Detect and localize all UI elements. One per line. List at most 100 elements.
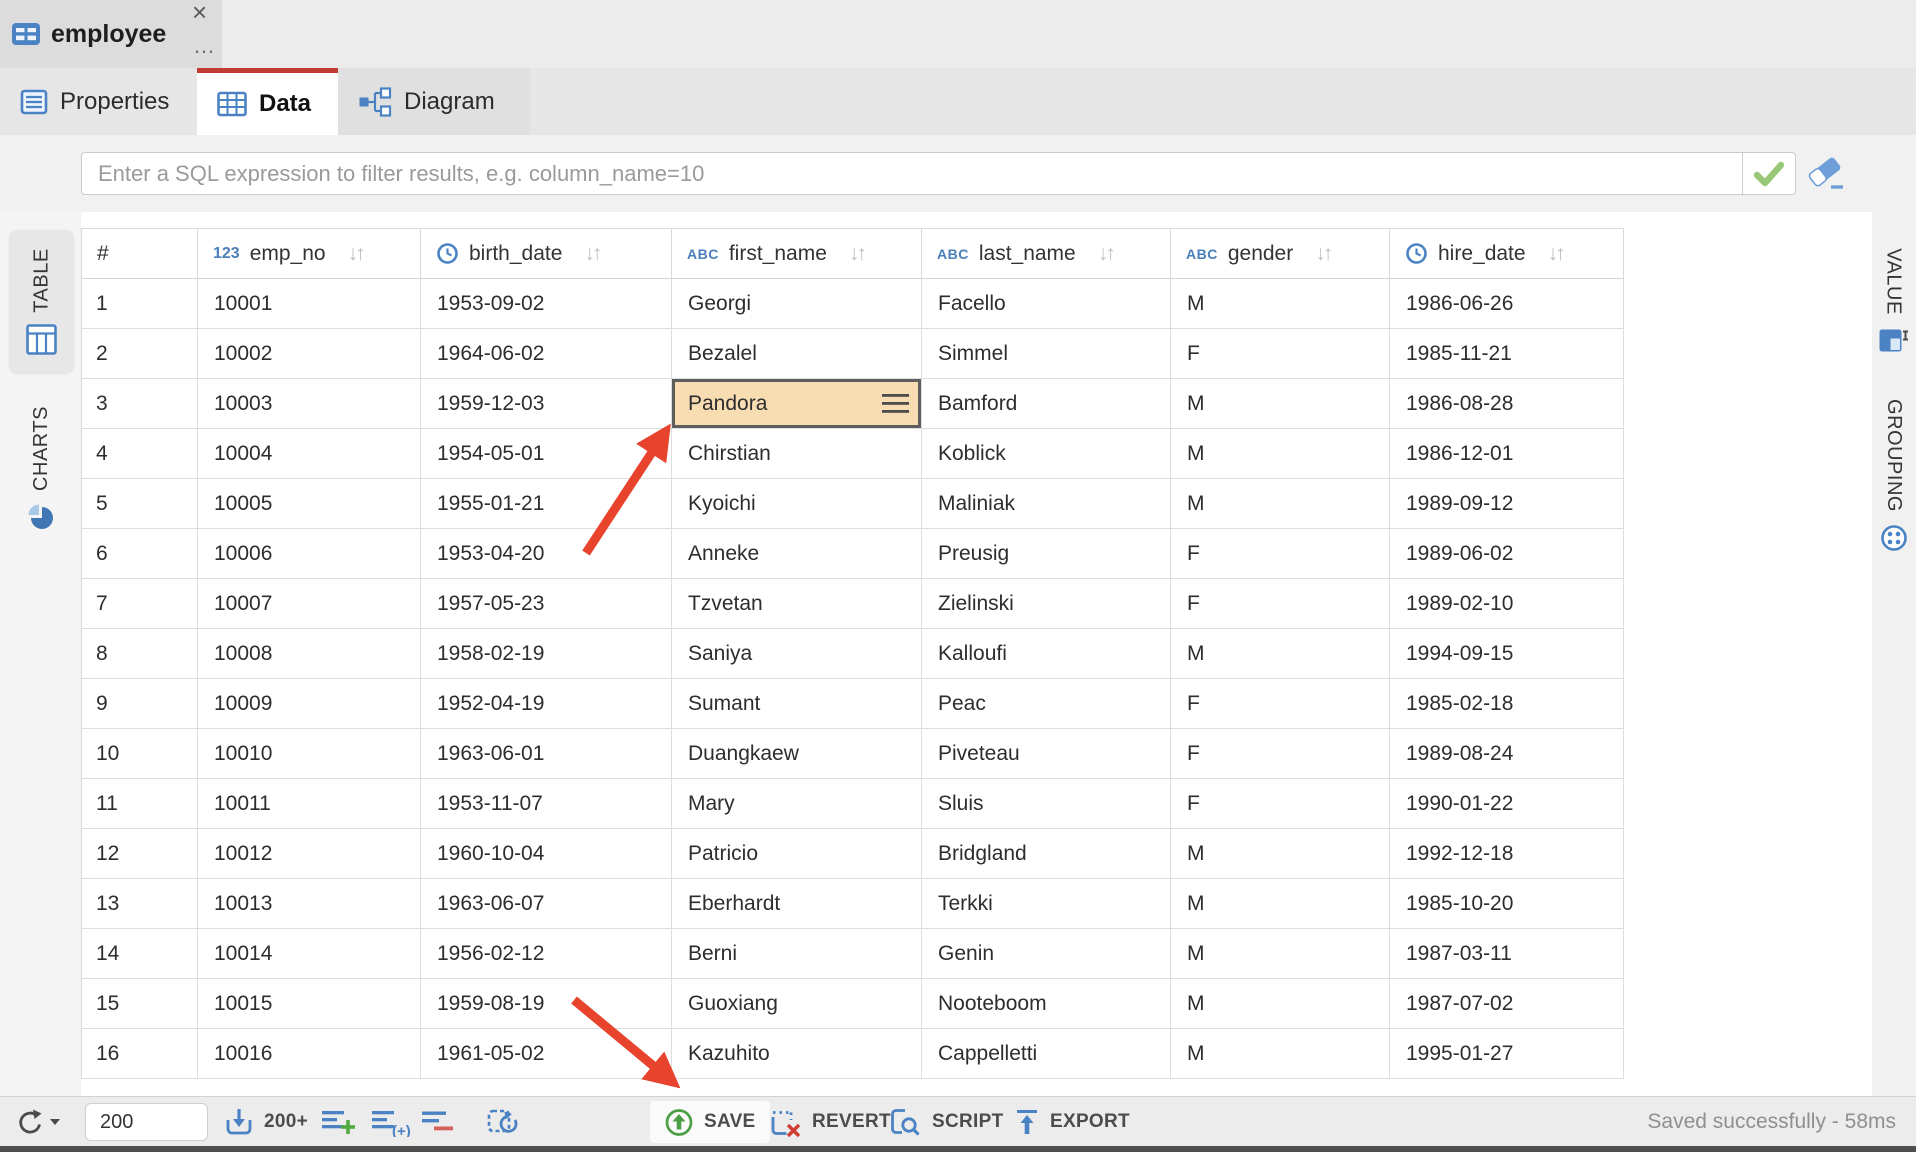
data-cell[interactable]: 1961-05-02 — [421, 1029, 672, 1079]
data-cell[interactable]: 10002 — [198, 329, 421, 379]
data-cell[interactable]: Cappelletti — [922, 1029, 1171, 1079]
data-cell[interactable]: 10009 — [198, 679, 421, 729]
data-cell[interactable]: 1957-05-23 — [421, 579, 672, 629]
row-number-cell[interactable]: 12 — [82, 829, 198, 879]
data-cell[interactable]: 10004 — [198, 429, 421, 479]
data-cell[interactable]: Georgi — [672, 279, 922, 329]
data-cell[interactable]: F — [1171, 579, 1390, 629]
data-cell[interactable]: 10015 — [198, 979, 421, 1029]
data-cell[interactable]: Piveteau — [922, 729, 1171, 779]
data-cell[interactable]: 10001 — [198, 279, 421, 329]
data-cell[interactable]: M — [1171, 1029, 1390, 1079]
data-cell[interactable]: 1985-11-21 — [1390, 329, 1624, 379]
tab-data[interactable]: Data — [197, 68, 338, 135]
data-cell[interactable]: 1987-03-11 — [1390, 929, 1624, 979]
data-cell[interactable]: M — [1171, 879, 1390, 929]
data-cell[interactable]: 10007 — [198, 579, 421, 629]
rail-tab-charts[interactable]: CHARTS — [8, 390, 74, 548]
data-cell[interactable]: Mary — [672, 779, 922, 829]
data-cell[interactable]: 1989-06-02 — [1390, 529, 1624, 579]
sort-icon[interactable]: ↓↑ — [1098, 242, 1113, 266]
sort-icon[interactable]: ↓↑ — [584, 242, 599, 266]
data-cell[interactable]: 1995-01-27 — [1390, 1029, 1624, 1079]
data-cell[interactable]: M — [1171, 629, 1390, 679]
row-number-cell[interactable]: 10 — [82, 729, 198, 779]
cell-menu-icon[interactable] — [882, 393, 909, 414]
column-header-birth-date[interactable]: birth_date ↓↑ — [421, 229, 672, 279]
tab-properties[interactable]: Properties — [0, 68, 197, 135]
data-cell[interactable]: M — [1171, 429, 1390, 479]
row-number-cell[interactable]: 1 — [82, 279, 198, 329]
column-header-hire-date[interactable]: hire_date ↓↑ — [1390, 229, 1624, 279]
data-cell[interactable]: Tzvetan — [672, 579, 922, 629]
rail-tab-table[interactable]: TABLE — [9, 230, 75, 375]
data-cell[interactable]: Bamford — [922, 379, 1171, 429]
data-cell[interactable]: M — [1171, 829, 1390, 879]
data-cell[interactable]: Preusig — [922, 529, 1171, 579]
data-cell[interactable]: Kalloufi — [922, 629, 1171, 679]
editor-tab-employee[interactable]: employee — [0, 0, 222, 68]
delete-row-button[interactable] — [422, 1097, 456, 1147]
data-cell[interactable]: 1955-01-21 — [421, 479, 672, 529]
row-number-cell[interactable]: 16 — [82, 1029, 198, 1079]
sort-icon[interactable]: ↓↑ — [1548, 242, 1563, 266]
data-cell[interactable]: Simmel — [922, 329, 1171, 379]
data-cell[interactable]: 1960-10-04 — [421, 829, 672, 879]
export-button[interactable]: EXPORT — [1014, 1097, 1130, 1147]
data-cell[interactable]: 1994-09-15 — [1390, 629, 1624, 679]
data-cell[interactable]: 1953-04-20 — [421, 529, 672, 579]
data-cell[interactable]: Bezalel — [672, 329, 922, 379]
data-cell[interactable]: F — [1171, 329, 1390, 379]
data-cell[interactable]: 1986-06-26 — [1390, 279, 1624, 329]
data-cell[interactable]: Anneke — [672, 529, 922, 579]
data-cell[interactable]: 1989-09-12 — [1390, 479, 1624, 529]
fetch-size-input[interactable] — [85, 1103, 208, 1141]
data-cell[interactable]: 1986-08-28 — [1390, 379, 1624, 429]
row-number-cell[interactable]: 9 — [82, 679, 198, 729]
duplicate-row-button[interactable]: (+) — [372, 1097, 410, 1147]
data-cell[interactable]: 10005 — [198, 479, 421, 529]
row-number-cell[interactable]: 4 — [82, 429, 198, 479]
data-cell[interactable]: Maliniak — [922, 479, 1171, 529]
data-cell[interactable]: Koblick — [922, 429, 1171, 479]
sort-icon[interactable]: ↓↑ — [849, 242, 864, 266]
clear-filter-button[interactable] — [1806, 155, 1848, 193]
sort-icon[interactable]: ↓↑ — [1315, 242, 1330, 266]
refresh-button[interactable] — [14, 1097, 61, 1147]
data-cell[interactable]: 1992-12-18 — [1390, 829, 1624, 879]
data-cell[interactable]: 1987-07-02 — [1390, 979, 1624, 1029]
column-header-gender[interactable]: ABC gender ↓↑ — [1171, 229, 1390, 279]
data-cell[interactable]: Berni — [672, 929, 922, 979]
data-cell[interactable]: 1956-02-12 — [421, 929, 672, 979]
tab-diagram[interactable]: Diagram — [338, 68, 530, 135]
data-cell[interactable]: 1952-04-19 — [421, 679, 672, 729]
data-cell[interactable]: 1989-02-10 — [1390, 579, 1624, 629]
data-cell[interactable]: 10006 — [198, 529, 421, 579]
refresh-cell-button[interactable] — [486, 1097, 520, 1147]
data-cell[interactable]: 10003 — [198, 379, 421, 429]
rail-tab-value[interactable]: VALUE — [1874, 236, 1914, 369]
fetch-more-button[interactable]: 200+ — [224, 1097, 308, 1147]
data-cell[interactable]: F — [1171, 679, 1390, 729]
data-cell[interactable]: Genin — [922, 929, 1171, 979]
row-number-cell[interactable]: 14 — [82, 929, 198, 979]
row-number-cell[interactable]: 11 — [82, 779, 198, 829]
data-cell[interactable]: 10010 — [198, 729, 421, 779]
revert-button[interactable]: REVERT — [768, 1097, 891, 1147]
close-icon[interactable]: × — [192, 0, 207, 26]
save-button[interactable]: SAVE — [650, 1101, 770, 1143]
data-cell[interactable]: 10014 — [198, 929, 421, 979]
row-number-cell[interactable]: 13 — [82, 879, 198, 929]
column-header-first-name[interactable]: ABC first_name ↓↑ — [672, 229, 922, 279]
rail-tab-grouping[interactable]: GROUPING — [1874, 392, 1914, 560]
data-cell[interactable]: 1959-08-19 — [421, 979, 672, 1029]
data-cell[interactable]: Duangkaew — [672, 729, 922, 779]
data-cell[interactable]: 10011 — [198, 779, 421, 829]
data-cell[interactable]: Pandora — [672, 379, 922, 429]
sort-icon[interactable]: ↓↑ — [348, 242, 363, 266]
data-cell[interactable]: 1989-08-24 — [1390, 729, 1624, 779]
data-cell[interactable]: M — [1171, 479, 1390, 529]
data-cell[interactable]: Facello — [922, 279, 1171, 329]
data-cell[interactable]: Kazuhito — [672, 1029, 922, 1079]
data-cell[interactable]: Terkki — [922, 879, 1171, 929]
